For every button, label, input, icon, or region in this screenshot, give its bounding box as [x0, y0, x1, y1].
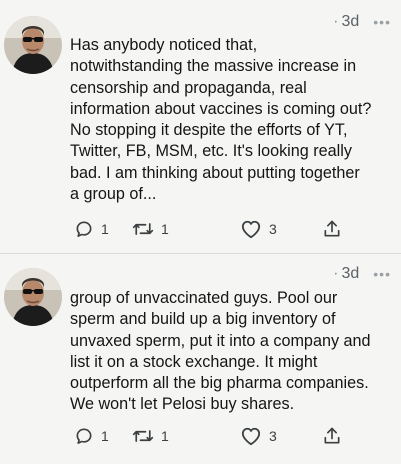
share-button[interactable]: [322, 219, 342, 239]
reply-button[interactable]: 1: [74, 426, 109, 446]
tweet-text: group of unvaccinated guys. Pool our spe…: [70, 289, 371, 414]
avatar[interactable]: [4, 16, 62, 74]
more-icon[interactable]: •••: [373, 15, 391, 29]
like-count: 3: [269, 428, 277, 444]
more-icon[interactable]: •••: [373, 267, 391, 281]
tweet-meta: · 3d •••: [333, 265, 391, 283]
tweet-text: Has anybody noticed that, notwithstandin…: [70, 36, 372, 204]
tweet-actions: 1 1 3: [74, 219, 364, 241]
reply-icon: [74, 219, 94, 239]
retweet-count: 1: [161, 428, 169, 444]
like-button[interactable]: 3: [240, 219, 277, 239]
share-button[interactable]: [322, 426, 342, 446]
share-icon: [322, 219, 342, 239]
tweet-2[interactable]: · 3d ••• group of unvaccinated guys. Poo…: [0, 254, 401, 464]
time-separator: ·: [333, 265, 339, 282]
timestamp[interactable]: 3d: [341, 13, 359, 31]
retweet-count: 1: [161, 221, 169, 237]
retweet-button[interactable]: 1: [132, 219, 169, 239]
share-icon: [322, 426, 342, 446]
like-button[interactable]: 3: [240, 426, 277, 446]
time-separator: ·: [333, 13, 339, 30]
like-icon: [240, 219, 262, 239]
retweet-icon: [132, 219, 154, 239]
timestamp[interactable]: 3d: [341, 265, 359, 283]
reply-button[interactable]: 1: [74, 219, 109, 239]
retweet-button[interactable]: 1: [132, 426, 169, 446]
like-icon: [240, 426, 262, 446]
retweet-icon: [132, 426, 154, 446]
tweet-actions: 1 1 3: [74, 426, 364, 448]
like-count: 3: [269, 221, 277, 237]
avatar[interactable]: [4, 268, 62, 326]
reply-count: 1: [101, 428, 109, 444]
tweet-1[interactable]: · 3d ••• Has anybody noticed that, notwi…: [0, 0, 401, 254]
reply-icon: [74, 426, 94, 446]
reply-count: 1: [101, 221, 109, 237]
tweet-meta: · 3d •••: [333, 13, 391, 31]
